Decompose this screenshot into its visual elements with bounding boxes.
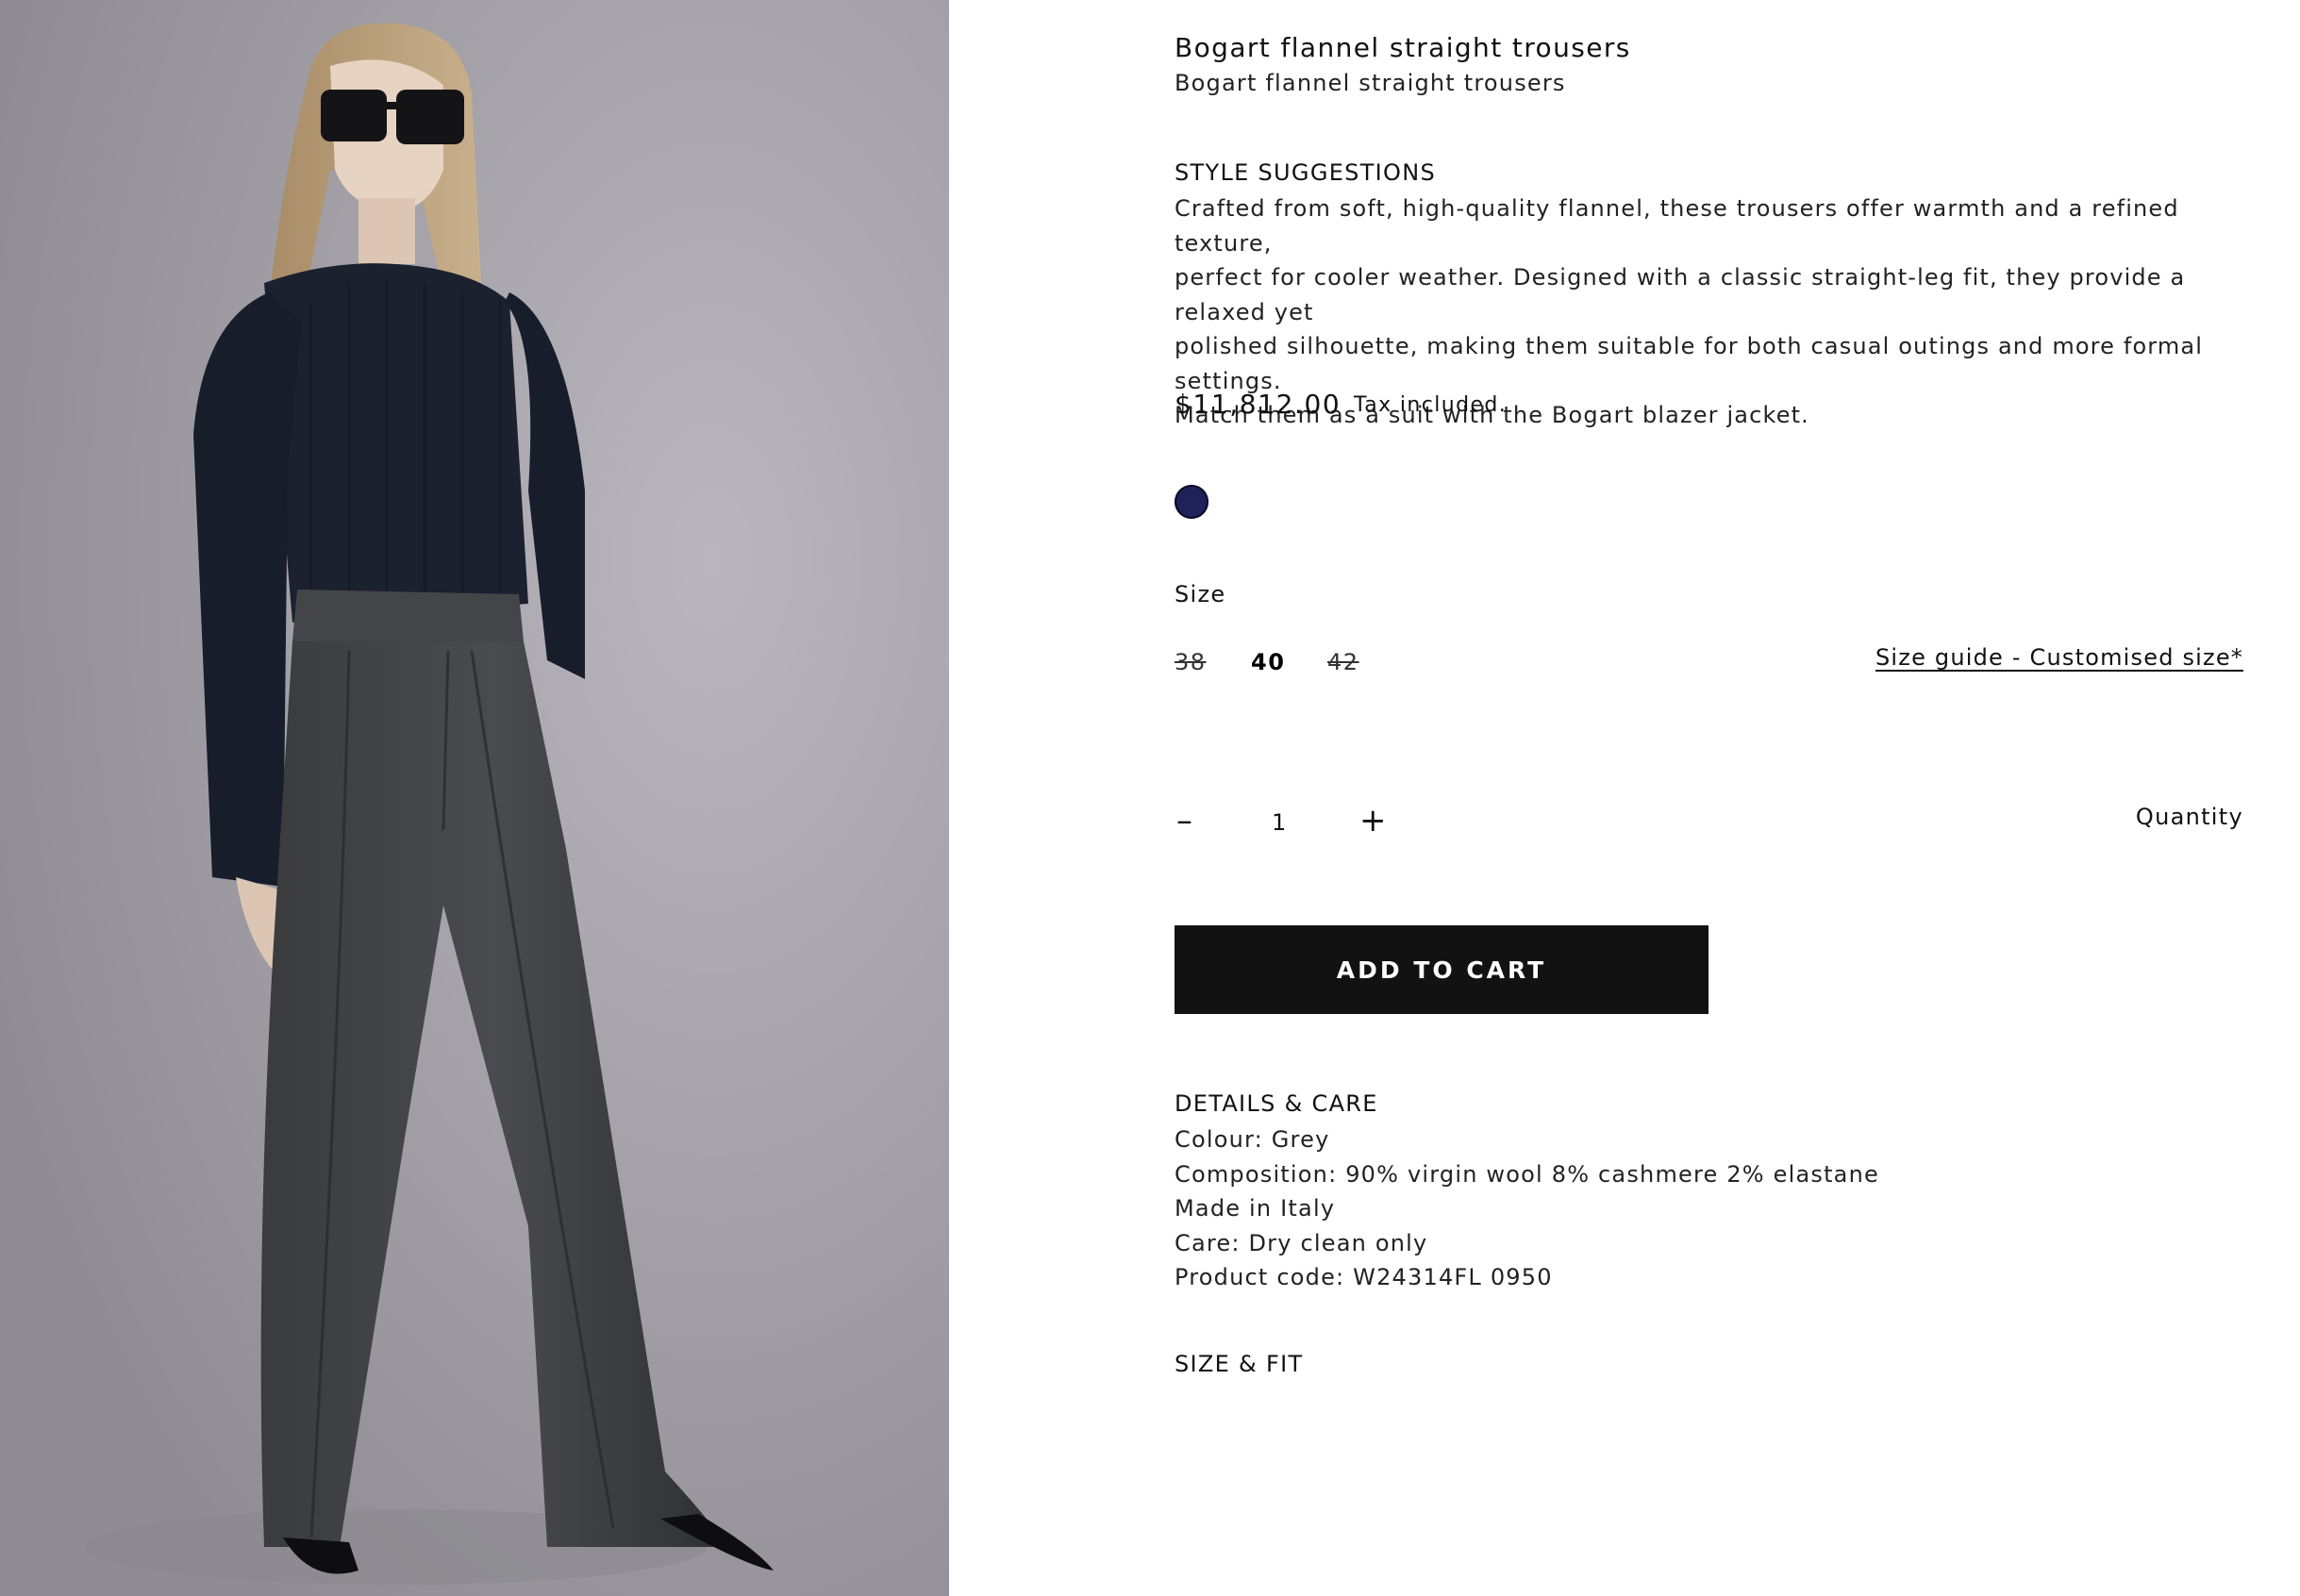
detail-care: Care: Dry clean only <box>1175 1229 1428 1256</box>
colour-swatch-navy[interactable] <box>1175 485 1208 519</box>
size-option-42[interactable]: 42 <box>1327 649 1359 675</box>
detail-composition: Composition: 90% virgin wool 8% cashmere… <box>1175 1160 1879 1188</box>
detail-colour: Colour: Grey <box>1175 1126 1330 1153</box>
product-subtitle: Bogart flannel straight trousers <box>1175 70 1566 96</box>
details-care-heading[interactable]: DETAILS & CARE <box>1175 1090 1378 1117</box>
add-to-cart-button[interactable]: ADD TO CART <box>1175 925 1708 1014</box>
size-guide-link[interactable]: Size guide - Customised size* <box>1875 644 2243 671</box>
size-option-40[interactable]: 40 <box>1251 649 1285 675</box>
size-label: Size <box>1175 581 1226 607</box>
size-fit-heading[interactable]: SIZE & FIT <box>1175 1351 1303 1377</box>
product-title: Bogart flannel straight trousers <box>1175 32 1631 63</box>
quantity-decrease-button[interactable]: – <box>1176 805 1192 837</box>
product-price: $11,812.00 <box>1175 389 1342 420</box>
quantity-value[interactable]: 1 <box>1272 809 1286 836</box>
size-option-38[interactable]: 38 <box>1175 649 1207 675</box>
detail-product-code: Product code: W24314FL 0950 <box>1175 1264 1553 1290</box>
style-suggestions-heading: STYLE SUGGESTIONS <box>1175 159 1437 186</box>
style-line: perfect for cooler weather. Designed wit… <box>1175 264 2186 325</box>
details-care-list: Colour: Grey Composition: 90% virgin woo… <box>1175 1122 1879 1295</box>
tax-note: Tax included. <box>1354 393 1508 417</box>
quantity-label: Quantity <box>2135 804 2243 830</box>
style-line: Crafted from soft, high-quality flannel,… <box>1175 195 2179 257</box>
product-photo <box>0 0 949 1596</box>
detail-origin: Made in Italy <box>1175 1195 1336 1222</box>
product-info-panel: Bogart flannel straight trousers Bogart … <box>1175 0 2243 1596</box>
quantity-increase-button[interactable]: + <box>1359 805 1387 837</box>
add-to-cart-label: ADD TO CART <box>1336 956 1547 984</box>
model-illustration <box>0 0 949 1596</box>
